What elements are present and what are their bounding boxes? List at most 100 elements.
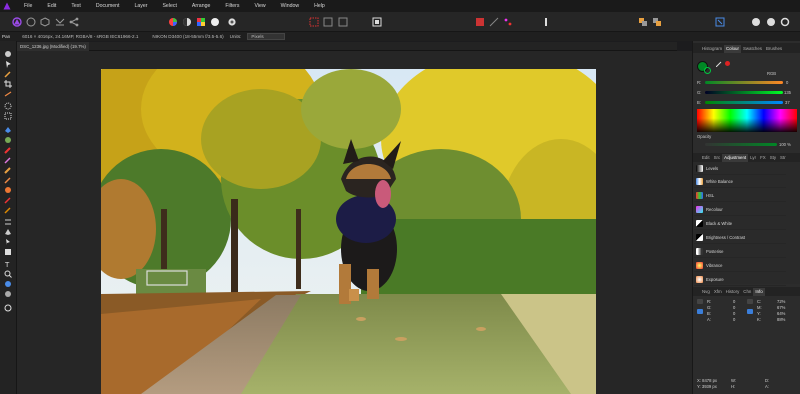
opacity-value[interactable]: 100 %: [779, 142, 791, 147]
studio-chat-icon[interactable]: [749, 15, 763, 29]
tab-str[interactable]: Str: [778, 154, 788, 162]
assistant-icon[interactable]: [473, 15, 487, 29]
tab-sty[interactable]: Sty: [768, 154, 778, 162]
quick-mask-icon[interactable]: [370, 15, 384, 29]
red-slider[interactable]: [705, 81, 783, 84]
mesh-warp-tool-icon[interactable]: [3, 217, 13, 226]
develop-persona-icon[interactable]: [38, 15, 52, 29]
auto-adjust-icon[interactable]: [225, 15, 239, 29]
adjustment-vibrance[interactable]: Vibrance: [694, 259, 786, 272]
move-tool-icon[interactable]: [3, 59, 13, 68]
dodge-tool-icon[interactable]: [3, 175, 13, 184]
menu-select[interactable]: Select: [162, 3, 176, 9]
tab-info[interactable]: Info: [753, 288, 765, 296]
colour-mode[interactable]: RGB: [767, 71, 776, 76]
tab-src[interactable]: Src: [712, 154, 723, 162]
units-dropdown[interactable]: Pixels: [247, 33, 286, 40]
arrange-icon[interactable]: [636, 15, 650, 29]
menu-window[interactable]: Window: [281, 3, 299, 9]
text-tool-icon[interactable]: T: [3, 259, 13, 268]
colour-picker-tool-icon[interactable]: [3, 69, 13, 78]
snapping-icon[interactable]: [487, 15, 501, 29]
align-icon[interactable]: [650, 15, 664, 29]
b-value[interactable]: 37: [785, 100, 790, 105]
tone-mapping-persona-icon[interactable]: [53, 15, 67, 29]
adjustment-brightness-contrast[interactable]: Brightness / Contrast: [694, 231, 786, 244]
adjustment-recolour[interactable]: Recolour: [694, 203, 786, 216]
tab-channels[interactable]: Chn: [741, 288, 753, 296]
white-balance-icon[interactable]: [208, 15, 222, 29]
green-slider[interactable]: [705, 91, 783, 94]
clone-tool-icon[interactable]: [3, 185, 13, 194]
tab-lyr[interactable]: Lyr: [748, 154, 758, 162]
stroke-swatch-icon[interactable]: [3, 289, 13, 298]
blue-slider[interactable]: [705, 101, 783, 104]
menu-arrange[interactable]: Arrange: [192, 3, 210, 9]
gradient-tool-icon[interactable]: [3, 135, 13, 144]
healing-tool-icon[interactable]: [3, 195, 13, 204]
document-tab[interactable]: DSC_1236.jpg (Modified) (19.7%): [17, 42, 89, 51]
straighten-tool-icon[interactable]: [3, 89, 13, 98]
colour-picker-toolbar-icon[interactable]: [501, 15, 515, 29]
shape-tool-icon[interactable]: [3, 247, 13, 256]
studio-preset-icon[interactable]: [764, 15, 778, 29]
flood-fill-tool-icon[interactable]: [3, 125, 13, 134]
app-logo-icon[interactable]: [0, 0, 14, 12]
menu-view[interactable]: View: [254, 3, 265, 9]
menu-text[interactable]: Text: [71, 3, 81, 9]
adjustment-white-balance[interactable]: White Balance: [694, 175, 786, 188]
tab-navigator[interactable]: Nvg: [700, 288, 712, 296]
pen-tool-icon[interactable]: [3, 227, 13, 236]
selection-brush-tool-icon[interactable]: [3, 101, 13, 110]
zoom-tool-icon[interactable]: [3, 269, 13, 278]
menu-document[interactable]: Document: [96, 3, 120, 9]
photo-persona-icon[interactable]: [10, 15, 24, 29]
tab-fx[interactable]: FX: [758, 154, 768, 162]
no-colour-icon[interactable]: [725, 61, 730, 66]
tab-histogram[interactable]: Histogram: [700, 45, 724, 53]
photo-canvas[interactable]: [101, 69, 596, 394]
contrast-icon[interactable]: [180, 15, 194, 29]
colour-wheel-icon[interactable]: [166, 15, 180, 29]
g-value[interactable]: 135: [784, 90, 791, 95]
selection-add-icon[interactable]: [321, 15, 335, 29]
crop-tool-icon[interactable]: [3, 79, 13, 88]
view-tool-icon[interactable]: [3, 49, 13, 58]
tab-swatches[interactable]: Swatches: [741, 45, 764, 53]
adjustment-posterise[interactable]: Posterise: [694, 245, 786, 258]
info-pointer-icon-2[interactable]: [747, 309, 753, 314]
tab-transform[interactable]: Xfm: [712, 288, 724, 296]
tab-brushes[interactable]: Brushes: [764, 45, 784, 53]
marquee-tool-icon[interactable]: [3, 111, 13, 120]
blemish-tool-icon[interactable]: [3, 205, 13, 214]
adjustment-exposure[interactable]: Exposure: [694, 273, 786, 286]
info-pointer-icon[interactable]: [697, 309, 703, 314]
tab-colour[interactable]: Colour: [724, 45, 741, 53]
paint-brush-tool-icon[interactable]: [3, 145, 13, 154]
brush-options-icon[interactable]: [539, 15, 553, 29]
node-tool-icon[interactable]: [3, 237, 13, 246]
adjustment-hsl[interactable]: HSL: [694, 189, 786, 202]
settings-icon[interactable]: [778, 15, 792, 29]
marquee-select-icon[interactable]: [307, 15, 321, 29]
export-persona-icon[interactable]: [67, 15, 81, 29]
menu-help[interactable]: Help: [314, 3, 325, 9]
menu-layer[interactable]: Layer: [134, 3, 147, 9]
opacity-slider[interactable]: [705, 143, 777, 146]
pixel-tool-icon[interactable]: [3, 155, 13, 164]
tab-edit[interactable]: Edit: [700, 154, 712, 162]
hsl-icon[interactable]: [194, 15, 208, 29]
tab-adjustment[interactable]: Adjustment: [722, 154, 749, 162]
stroke-colour-swatch[interactable]: [704, 67, 711, 74]
eyedropper-icon[interactable]: [715, 61, 722, 68]
transform-icon[interactable]: [713, 15, 727, 29]
fill-swatch-icon[interactable]: [3, 279, 13, 288]
adjustment-black-white[interactable]: Black & White: [694, 217, 786, 230]
adjustment-levels[interactable]: Levels: [694, 162, 786, 175]
r-value[interactable]: 0: [786, 80, 788, 85]
primary-colour-icon[interactable]: [3, 303, 13, 312]
erase-tool-icon[interactable]: [3, 165, 13, 174]
menu-file[interactable]: File: [24, 3, 32, 9]
colour-spectrum[interactable]: [697, 109, 797, 132]
selection-mode-icon[interactable]: [336, 15, 350, 29]
